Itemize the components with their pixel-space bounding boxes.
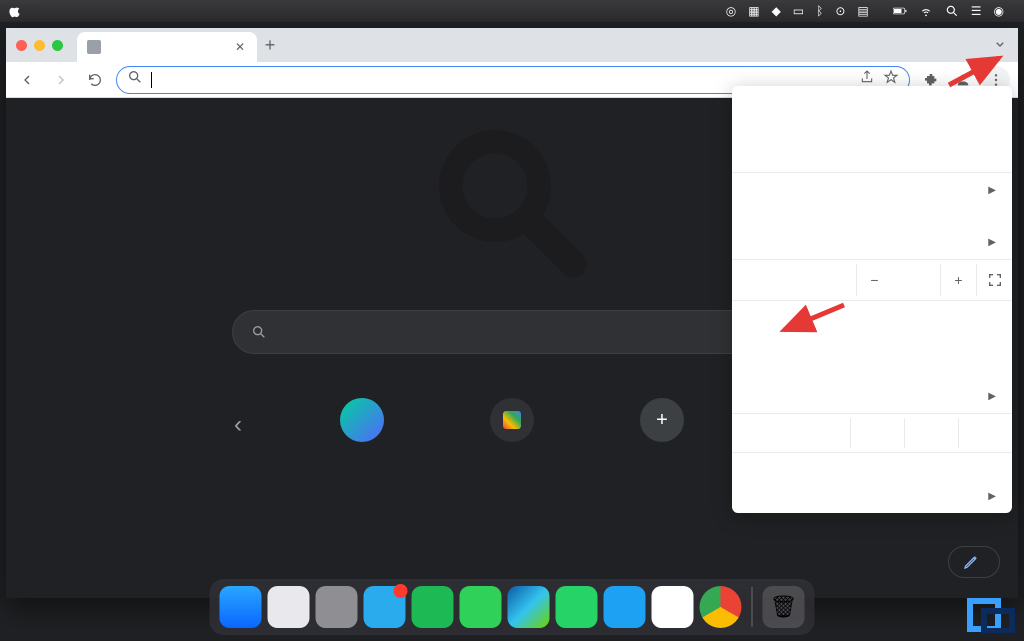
submenu-arrow-icon: ▶	[988, 185, 996, 196]
tab-strip: ✕ +	[6, 28, 1018, 62]
tabs-dropdown-button[interactable]	[992, 36, 1008, 57]
window-close-button[interactable]	[16, 40, 27, 51]
menu-new-window[interactable]	[732, 116, 1012, 142]
menu-new-tab[interactable]	[732, 90, 1012, 116]
zoom-in-button[interactable]: +	[940, 264, 976, 296]
zoom-out-button[interactable]: −	[856, 264, 892, 296]
fullscreen-button[interactable]	[976, 264, 1012, 296]
dock-brave[interactable]	[652, 586, 694, 628]
menu-bookmarks[interactable]: ▶	[732, 229, 1012, 255]
window-maximize-button[interactable]	[52, 40, 63, 51]
shortcuts-prev-button[interactable]: ‹	[224, 411, 252, 439]
dock-trash[interactable]: 🗑	[763, 586, 805, 628]
back-button[interactable]	[14, 67, 40, 93]
macos-dock: 🗑	[210, 579, 815, 635]
reload-button[interactable]	[82, 67, 108, 93]
menu-incognito[interactable]	[732, 142, 1012, 168]
groww-icon	[340, 398, 384, 442]
display-icon[interactable]: ▭	[793, 4, 804, 18]
customize-button[interactable]	[948, 546, 1000, 578]
search-icon	[127, 69, 143, 90]
menu-help[interactable]: ▶	[732, 483, 1012, 509]
bluetooth-icon[interactable]: ᛒ	[816, 4, 823, 18]
browser-tab[interactable]: ✕	[77, 32, 257, 62]
menu-find[interactable]	[732, 357, 1012, 383]
submenu-arrow-icon: ▶	[988, 391, 996, 402]
edit-cut-button[interactable]	[850, 418, 904, 448]
control-center-icon[interactable]: ☰	[971, 4, 982, 18]
shortcuts-row: ‹ + ›	[224, 398, 800, 452]
webstore-icon	[490, 398, 534, 442]
siri-icon[interactable]: ◎	[726, 4, 736, 18]
chrome-menu: ▶ ▶ − + ▶ ▶	[732, 86, 1012, 513]
new-tab-button[interactable]: +	[257, 32, 283, 58]
notification-icon[interactable]: ◆	[772, 4, 781, 18]
macos-menubar: ◎ ▦ ◆ ▭ ᛒ ⊙ ▤ ☰ ◉	[0, 0, 1024, 22]
play-icon[interactable]: ⊙	[835, 4, 845, 18]
keyboard-icon[interactable]: ▤	[857, 4, 868, 18]
wifi-icon[interactable]	[919, 4, 933, 18]
shortcut-groww[interactable]	[322, 398, 402, 452]
menu-cast[interactable]	[732, 331, 1012, 357]
ntp-search-box[interactable]	[232, 310, 792, 354]
search-logo-icon	[427, 118, 597, 293]
menu-history[interactable]: ▶	[732, 177, 1012, 203]
user-tray-icon[interactable]: ◉	[994, 4, 1004, 18]
shortcut-webstore[interactable]	[472, 398, 552, 452]
window-minimize-button[interactable]	[34, 40, 45, 51]
address-input[interactable]	[160, 72, 851, 87]
window-controls	[16, 40, 63, 51]
edit-copy-button[interactable]	[904, 418, 958, 448]
dock-twitter[interactable]	[604, 586, 646, 628]
dock-telegram[interactable]	[364, 586, 406, 628]
menu-more-tools[interactable]: ▶	[732, 383, 1012, 409]
dock-spotify[interactable]	[412, 586, 454, 628]
badge	[394, 584, 408, 598]
text-cursor	[151, 72, 152, 88]
dock-settings[interactable]	[316, 586, 358, 628]
apple-icon[interactable]	[8, 4, 22, 18]
dock-edge[interactable]	[508, 586, 550, 628]
dock-launchpad[interactable]	[268, 586, 310, 628]
submenu-arrow-icon: ▶	[988, 237, 996, 248]
pencil-icon	[963, 554, 979, 570]
spotlight-icon[interactable]	[945, 4, 959, 18]
menu-edit-row	[732, 418, 1012, 448]
dock-messages[interactable]	[460, 586, 502, 628]
submenu-arrow-icon: ▶	[988, 491, 996, 502]
dock-chrome[interactable]	[700, 586, 742, 628]
battery-icon[interactable]	[893, 4, 907, 18]
watermark-logo	[966, 597, 1016, 633]
search-icon	[251, 324, 267, 340]
menu-settings[interactable]	[732, 457, 1012, 483]
tab-close-button[interactable]: ✕	[233, 40, 247, 54]
menu-print[interactable]	[732, 305, 1012, 331]
menu-downloads[interactable]	[732, 203, 1012, 229]
tab-favicon	[87, 40, 101, 54]
menu-zoom: − +	[732, 264, 1012, 296]
add-icon: +	[640, 398, 684, 442]
dock-separator	[752, 587, 753, 627]
shortcut-add[interactable]: +	[622, 398, 702, 452]
edit-paste-button[interactable]	[958, 418, 1012, 448]
dock-whatsapp[interactable]	[556, 586, 598, 628]
dock-finder[interactable]	[220, 586, 262, 628]
forward-button[interactable]	[48, 67, 74, 93]
zoom-tray-icon[interactable]: ▦	[748, 4, 759, 18]
